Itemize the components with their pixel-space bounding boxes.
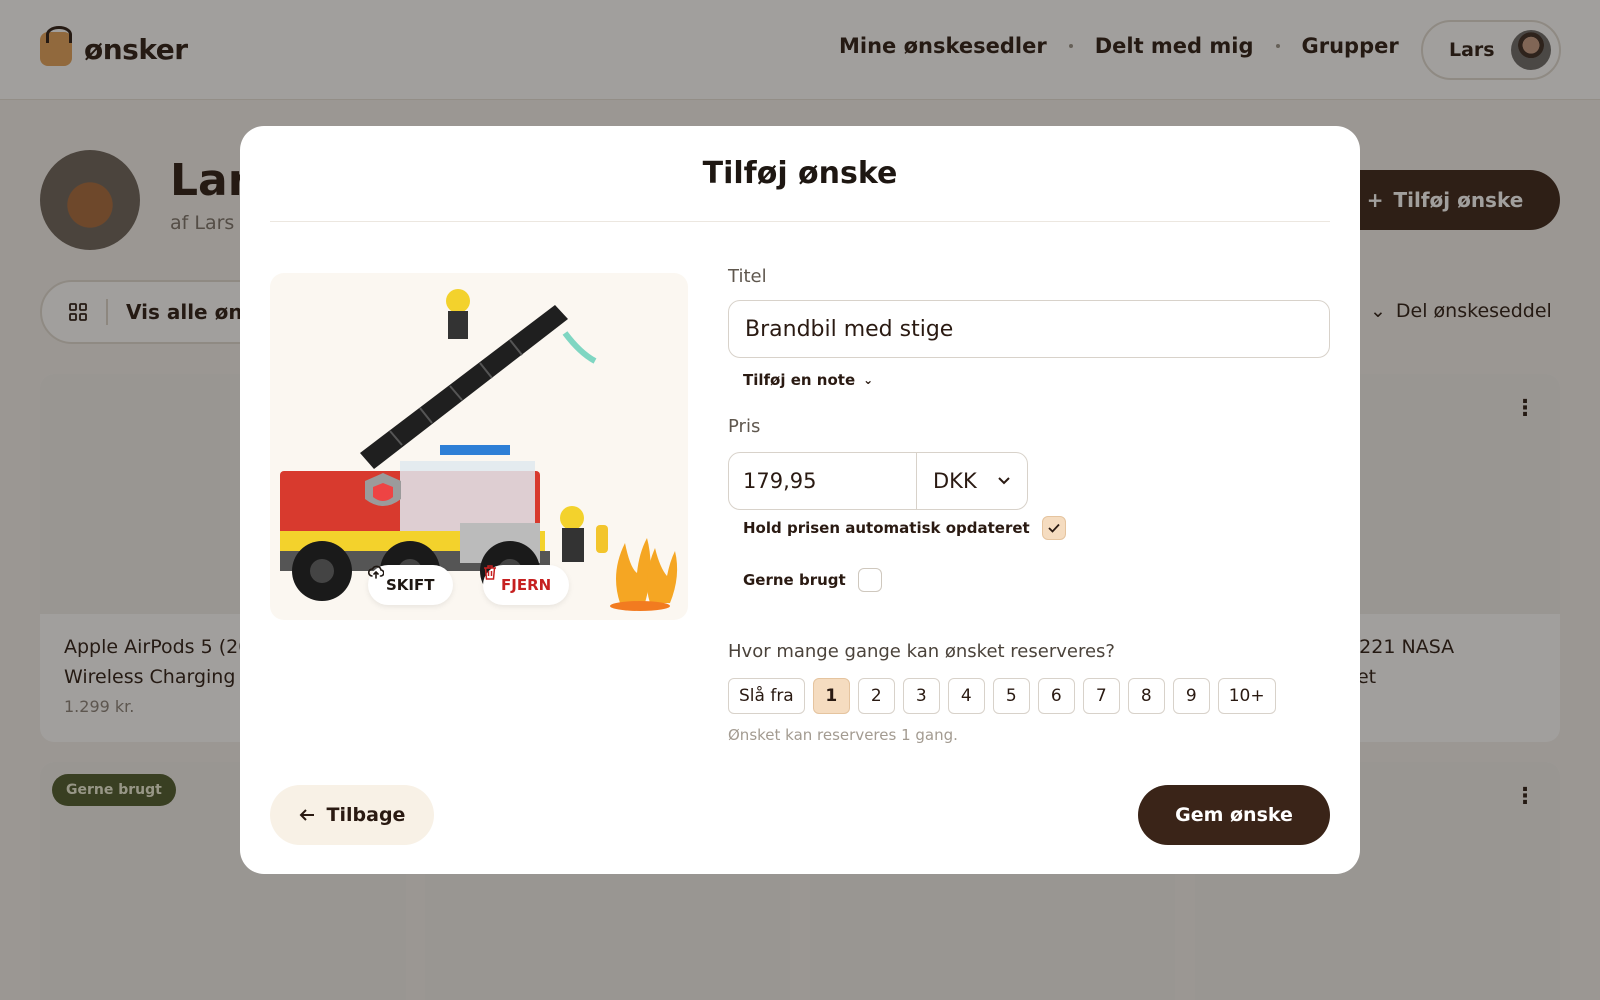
chevron-down-icon xyxy=(998,477,1010,485)
reservations-option-7[interactable]: 7 xyxy=(1082,678,1120,714)
reservations-option-4[interactable]: 4 xyxy=(947,678,985,714)
currency-select[interactable]: DKK xyxy=(917,453,1027,509)
used-row: Gerne brugt xyxy=(743,568,882,592)
reservations-option-5[interactable]: 5 xyxy=(992,678,1030,714)
back-button[interactable]: Tilbage xyxy=(270,785,434,845)
fire-truck-image xyxy=(280,289,678,611)
price-label: Pris xyxy=(728,416,761,437)
change-image-button[interactable]: SKIFT xyxy=(368,565,453,605)
add-note-label: Tilføj en note xyxy=(743,371,856,389)
reservations-option-off[interactable]: Slå fra xyxy=(728,678,805,714)
price-field-group: DKK xyxy=(728,452,1028,510)
back-label: Tilbage xyxy=(326,804,406,826)
auto-update-label: Hold prisen automatisk opdateret xyxy=(743,519,1030,537)
reservations-hint: Ønsket kan reserveres 1 gang. xyxy=(728,726,958,744)
reservations-option-6[interactable]: 6 xyxy=(1037,678,1075,714)
add-wish-dialog: Tilføj ønske SKIFT FJERN Titel Brandbil … xyxy=(240,126,1360,874)
reservations-option-3[interactable]: 3 xyxy=(902,678,940,714)
remove-image-label: FJERN xyxy=(501,576,552,594)
checkmark-icon xyxy=(1048,523,1060,533)
used-label: Gerne brugt xyxy=(743,571,846,589)
arrow-left-icon xyxy=(299,809,314,821)
trash-icon xyxy=(484,565,496,580)
auto-update-row: Hold prisen automatisk opdateret xyxy=(743,516,1066,540)
chevron-down-icon: ⌄ xyxy=(863,373,874,387)
price-input[interactable] xyxy=(729,453,917,509)
reservations-option-1[interactable]: 1 xyxy=(812,678,850,714)
dialog-title: Tilføj ønske xyxy=(702,156,898,191)
upload-cloud-icon xyxy=(368,565,384,579)
reservations-option-9[interactable]: 9 xyxy=(1172,678,1210,714)
add-note-toggle[interactable]: Tilføj en note ⌄ xyxy=(743,371,873,389)
currency-value: DKK xyxy=(933,469,977,493)
remove-image-button[interactable]: FJERN xyxy=(483,565,570,605)
reservations-option-2[interactable]: 2 xyxy=(857,678,895,714)
auto-update-checkbox[interactable] xyxy=(1041,516,1066,540)
title-input[interactable] xyxy=(728,300,1330,358)
reservations-option-8[interactable]: 8 xyxy=(1127,678,1165,714)
used-checkbox[interactable] xyxy=(857,568,882,592)
reservations-option-10plus[interactable]: 10+ xyxy=(1217,678,1276,714)
dialog-divider xyxy=(270,221,1330,222)
title-label: Titel xyxy=(728,266,767,287)
wish-photo: SKIFT FJERN xyxy=(270,273,688,620)
change-image-label: SKIFT xyxy=(386,576,435,594)
reservations-selector: Slå fra 1 2 3 4 5 6 7 8 9 10+ xyxy=(728,678,1276,714)
reservations-label: Hvor mange gange kan ønsket reserveres? xyxy=(728,641,1115,662)
save-wish-button[interactable]: Gem ønske xyxy=(1138,785,1330,845)
